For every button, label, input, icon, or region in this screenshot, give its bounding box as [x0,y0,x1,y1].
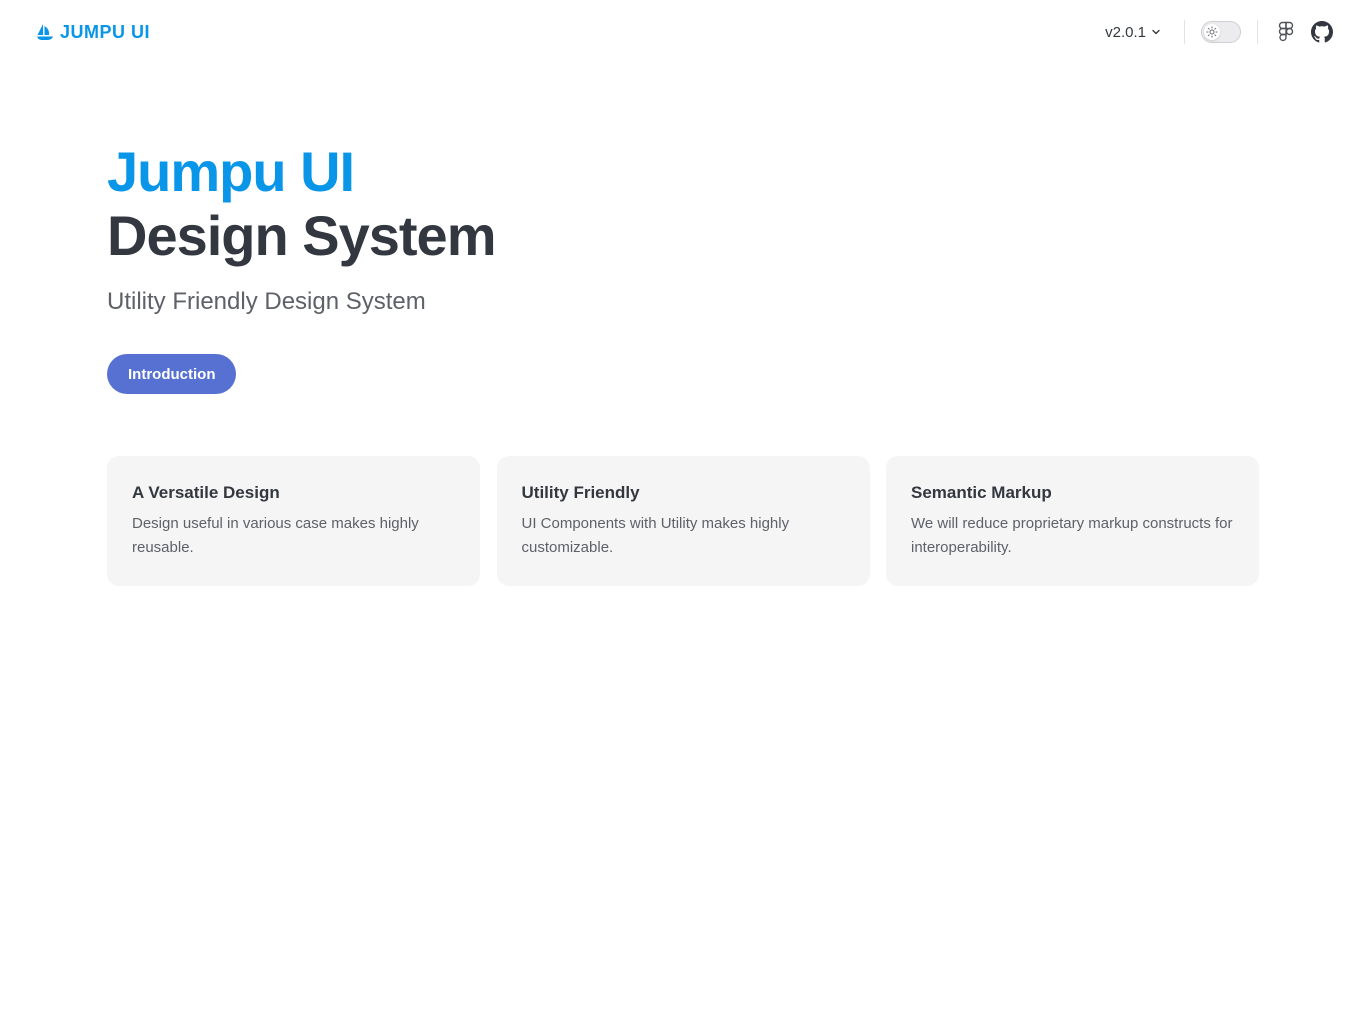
header-actions: v2.0.1 [1099,20,1334,45]
hero-title: Jumpu UI [107,140,355,203]
theme-toggle-knob [1204,24,1220,40]
hero-subtitle: Design System [107,204,496,267]
feature-title: Semantic Markup [911,483,1052,502]
version-selector[interactable]: v2.0.1 [1099,20,1168,45]
header-divider [1257,20,1258,44]
introduction-button[interactable]: Introduction [107,354,237,394]
chevron-down-icon [1152,29,1160,35]
github-link[interactable] [1310,20,1334,44]
top-header: Jumpu UI v2.0.1 [0,0,1366,64]
feature-description: Design useful in various case makes high… [132,515,419,556]
header-divider [1184,20,1185,44]
sailboat-icon [36,23,54,41]
hero-tagline: Utility Friendly Design System [107,288,426,315]
feature-card-utility-friendly: Utility Friendly UI Components with Util… [496,456,870,586]
logo-link[interactable]: Jumpu UI [36,23,150,41]
app-root: Jumpu UI v2.0.1 [0,0,1366,1024]
feature-card-versatile-design: A Versatile Design Design useful in vari… [107,456,480,586]
features-section: A Versatile Design Design useful in vari… [107,456,1259,586]
logo-text: Jumpu UI [60,22,151,42]
version-label: v2.0.1 [1105,23,1146,41]
theme-toggle[interactable] [1201,21,1241,43]
feature-description: UI Components with Utility makes highly … [521,515,790,556]
feature-title: Utility Friendly [521,483,640,502]
github-icon [1311,21,1333,43]
feature-title: A Versatile Design [132,483,280,502]
figma-link[interactable] [1274,20,1298,44]
feature-description: We will reduce proprietary markup constr… [911,515,1233,556]
figma-icon [1278,21,1294,42]
hero-section: Jumpu UI Design System Utility Friendly … [107,140,496,394]
feature-card-semantic-markup: Semantic Markup We will reduce proprieta… [886,456,1259,586]
sun-icon [1206,26,1218,38]
